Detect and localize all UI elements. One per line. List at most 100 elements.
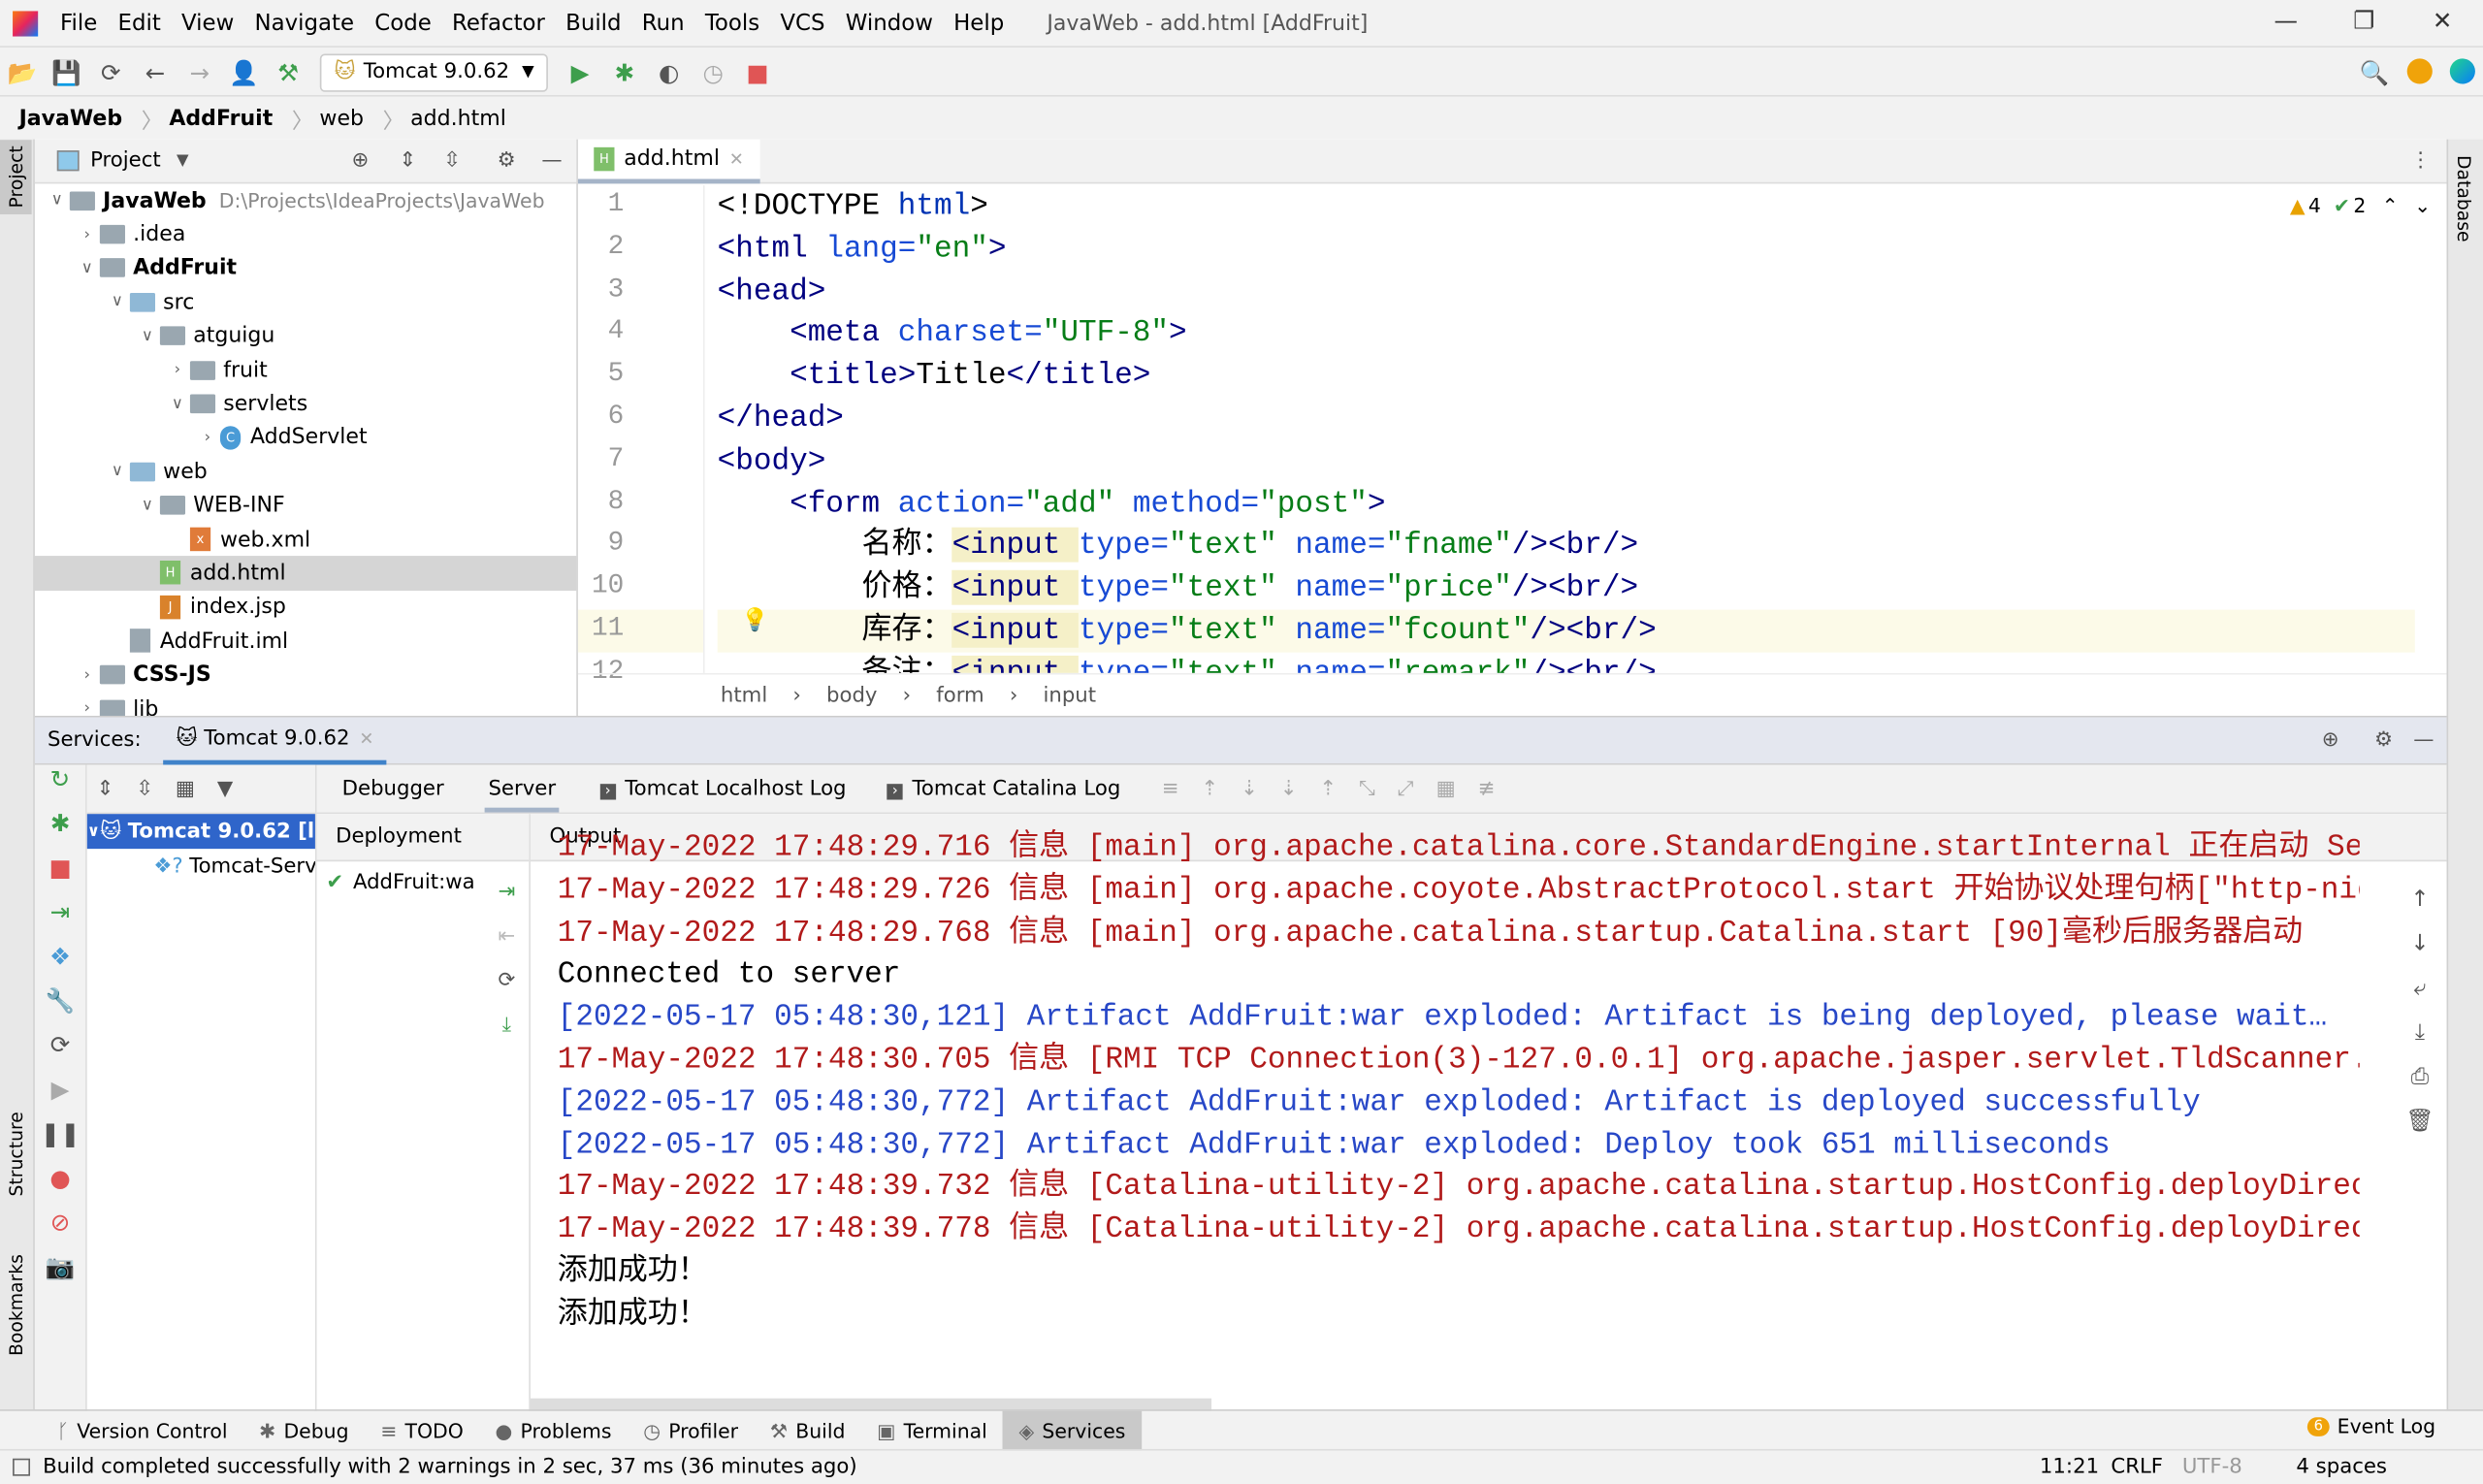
resume-icon[interactable]: ▶ — [35, 1076, 85, 1120]
lightbulb-icon[interactable]: 💡 — [741, 608, 768, 633]
tree-item[interactable]: ∨ AddFruit — [35, 251, 576, 285]
menu-vcs[interactable]: VCS — [780, 11, 824, 36]
menu-refactor[interactable]: Refactor — [452, 11, 545, 36]
gear-icon[interactable]: ⚙ — [498, 148, 516, 172]
build-hammer-icon[interactable]: ⚒ — [266, 58, 310, 86]
tree-item[interactable]: ∨ src — [35, 285, 576, 319]
tool-problems[interactable]: ● Problems — [479, 1410, 628, 1450]
tree-item[interactable]: › C AddServlet — [35, 421, 576, 455]
chevron-down-icon[interactable]: ∨ — [45, 192, 70, 210]
crumb-folder[interactable]: web — [319, 106, 364, 131]
database-tool-button[interactable]: Database — [2448, 140, 2480, 248]
crumb-file[interactable]: add.html — [410, 106, 506, 131]
close-tab-icon[interactable]: ✕ — [359, 727, 373, 748]
structure-tool-button[interactable]: Structure — [0, 1106, 32, 1203]
download-icon[interactable]: ⤓ — [491, 1004, 523, 1048]
debug-icon[interactable]: ✱ — [602, 58, 647, 86]
menu-run[interactable]: Run — [642, 11, 685, 36]
event-log-button[interactable]: 6 Event Log — [2307, 1414, 2435, 1437]
chevron-down-icon[interactable]: ∨ — [135, 497, 160, 514]
print-icon[interactable]: ⎙ — [2405, 1054, 2434, 1099]
chevron-down-icon[interactable]: ∨ — [105, 463, 130, 480]
tool-todo[interactable]: ≡ TODO — [365, 1410, 479, 1450]
tool-build[interactable]: ⚒ Build — [754, 1410, 860, 1450]
tab-catalina-log[interactable]: › Tomcat Catalina Log — [887, 777, 1120, 800]
deployment-item[interactable]: ✔AddFruit:war exploded — [317, 861, 474, 902]
menu-window[interactable]: Window — [846, 11, 933, 36]
chevron-down-icon[interactable]: ⌄ — [2414, 193, 2431, 216]
scroll-up-icon[interactable]: ↑ — [2405, 878, 2434, 922]
tree-item[interactable]: › .idea — [35, 217, 576, 251]
tab-add-html[interactable]: H add.html ✕ — [577, 138, 760, 183]
more-icon[interactable]: ⋮ — [2410, 148, 2431, 172]
debug-icon[interactable]: ✱ — [35, 809, 85, 854]
tool-debug[interactable]: ✱ Debug — [243, 1410, 365, 1450]
tree-item[interactable]: Jindex.jsp — [35, 590, 576, 624]
hide-icon[interactable]: — — [541, 148, 562, 172]
update-icon[interactable] — [2406, 58, 2433, 84]
bookmarks-tool-button[interactable]: Bookmarks — [0, 1248, 32, 1363]
open-icon[interactable]: 📂 — [0, 58, 45, 86]
scroll-down-icon[interactable]: ↓ — [2405, 921, 2434, 966]
crumb-input[interactable]: input — [1043, 684, 1096, 707]
expand-all-icon[interactable]: ⇕ — [97, 777, 114, 800]
crumb-form[interactable]: form — [936, 684, 984, 707]
soft-wrap-icon[interactable]: ⤶ — [2405, 966, 2434, 1011]
camera-icon[interactable]: 📷 — [35, 1252, 85, 1297]
stop-icon[interactable]: ■ — [735, 58, 780, 86]
scroll-to-end-icon[interactable]: ⤓ — [2405, 1011, 2434, 1055]
tree-item[interactable]: › CSS-JS — [35, 658, 576, 692]
code-line[interactable]: 库存：<input type="text" name="fcount"/><br… — [717, 609, 2415, 653]
user-icon[interactable]: 👤 — [222, 58, 267, 86]
chevron-down-icon[interactable]: ▼ — [177, 152, 189, 170]
menu-code[interactable]: Code — [374, 11, 432, 36]
chevron-right-icon[interactable]: › — [165, 361, 190, 378]
code-line[interactable]: <meta charset="UTF-8"> — [718, 312, 2415, 355]
status-message[interactable]: Build completed successfully with 2 warn… — [43, 1455, 857, 1478]
chevron-down-icon[interactable]: ∨ — [105, 294, 130, 311]
menu-build[interactable]: Build — [565, 11, 621, 36]
code-line[interactable]: <title>Title</title> — [718, 355, 2415, 398]
chevron-down-icon[interactable]: ∨ — [135, 328, 160, 345]
code-line[interactable]: 价格：<input type="text" name="price"/><br/… — [718, 567, 2415, 610]
minimize-button[interactable]: — — [2274, 7, 2298, 35]
trash-icon[interactable]: 🗑 — [2405, 1099, 2434, 1144]
console-output[interactable]: 17-May-2022 17:48:29.716 信息 [main] org.a… — [558, 826, 2360, 1333]
search-icon[interactable]: 🔍 — [2360, 58, 2390, 86]
locate-icon[interactable]: ⊕ — [2322, 728, 2339, 752]
code-area[interactable]: <!DOCTYPE html> <html lang="en"> <head> <m… — [717, 185, 2415, 673]
menu-navigate[interactable]: Navigate — [255, 11, 355, 36]
chevron-right-icon[interactable]: › — [75, 226, 100, 243]
group-icon[interactable]: ▦ — [176, 777, 195, 800]
rerun-icon[interactable]: ↻ — [35, 765, 85, 810]
tree-item[interactable]: ∨ JavaWeb D:\Projects\IdeaProjects\JavaWeb — [35, 183, 576, 217]
menu-file[interactable]: File — [60, 11, 97, 36]
service-tomcat[interactable]: ∨🐱Tomcat 9.0.62 [local] — [86, 814, 315, 850]
menu-edit[interactable]: Edit — [118, 11, 161, 36]
breakpoints-icon[interactable]: ● — [35, 1164, 85, 1209]
gear-icon[interactable]: ⚙ — [2374, 728, 2393, 752]
expand-all-icon[interactable]: ⇕ — [399, 148, 416, 172]
pause-icon[interactable]: ❚❚ — [35, 1119, 85, 1164]
indent-setting[interactable]: 4 spaces — [2296, 1455, 2387, 1478]
artifacts-icon[interactable]: ❖ — [35, 942, 85, 986]
code-line[interactable]: <!DOCTYPE html> — [718, 185, 2415, 228]
locate-icon[interactable]: ⊕ — [351, 148, 369, 172]
collapse-all-icon[interactable]: ⇳ — [136, 777, 153, 800]
tree-item[interactable]: ∨ servlets — [35, 387, 576, 421]
deploy-icon[interactable]: ⇥ — [35, 898, 85, 943]
save-icon[interactable]: 💾 — [45, 58, 89, 86]
file-encoding[interactable]: UTF-8 — [2182, 1455, 2242, 1478]
coverage-icon[interactable]: ◐ — [647, 58, 692, 86]
code-line[interactable]: 备注：<input type="text" name="remark"/><br… — [718, 652, 2415, 673]
menu-tools[interactable]: Tools — [705, 11, 759, 36]
deploy-icon[interactable]: ⇥ — [491, 871, 523, 916]
code-line[interactable]: <head> — [718, 271, 2415, 313]
tree-item[interactable]: ∨ WEB-INF — [35, 489, 576, 523]
tree-item[interactable]: x web.xml — [35, 523, 576, 557]
tree-item[interactable]: AddFruit.iml — [35, 624, 576, 658]
back-icon[interactable]: ← — [133, 58, 177, 86]
menu-help[interactable]: Help — [953, 11, 1004, 36]
run-config-select[interactable]: 🐱 Tomcat 9.0.62 ▼ — [319, 52, 549, 91]
services-tab-tomcat[interactable]: 🐱 Tomcat 9.0.62 ✕ — [163, 717, 387, 764]
